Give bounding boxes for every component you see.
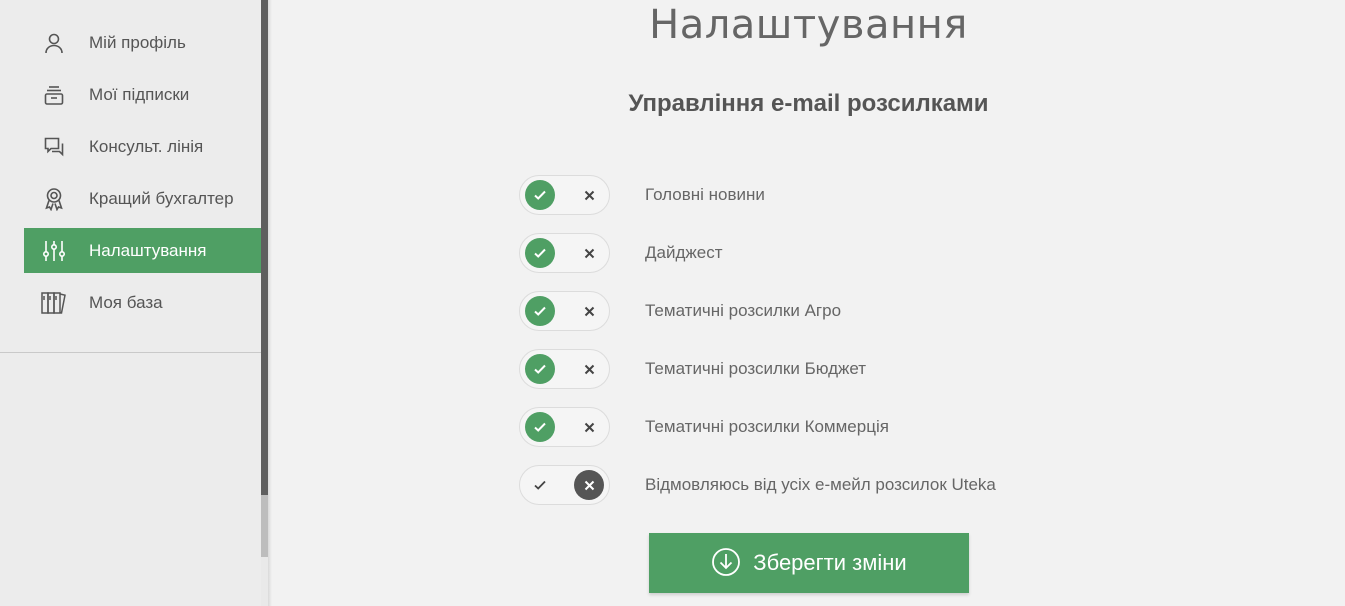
sidebar-item-subscriptions[interactable]: Мої підписки — [24, 72, 261, 117]
sidebar-nav: Мій профіль Мої підписки Консульт. лінія — [24, 20, 261, 332]
save-button-label: Зберегти зміни — [753, 550, 907, 575]
save-button[interactable]: Зберегти зміни — [649, 533, 969, 593]
sidebar-divider — [0, 352, 262, 353]
toggle-digest[interactable] — [519, 233, 610, 273]
option-label: Відмовляюсь від усіх е-мейл розсилок Ute… — [645, 475, 996, 494]
sidebar-scrollbar[interactable] — [261, 0, 268, 606]
mailing-option: Тематичні розсилки Бюджет — [519, 349, 996, 389]
close-icon — [574, 180, 604, 210]
sidebar-item-label: Мої підписки — [89, 84, 190, 104]
toggle-agro[interactable] — [519, 291, 610, 331]
toggle-main-news[interactable] — [519, 175, 610, 215]
check-icon — [525, 470, 555, 500]
close-icon — [574, 238, 604, 268]
check-icon — [525, 412, 555, 442]
sidebar-item-my-base[interactable]: Моя база — [24, 280, 261, 325]
option-label: Тематичні розсилки Бюджет — [645, 359, 867, 378]
check-icon — [525, 180, 555, 210]
sidebar-item-label: Консульт. лінія — [89, 136, 204, 156]
sidebar-item-label: Моя база — [89, 292, 163, 312]
sidebar-item-label: Налаштування — [89, 240, 207, 260]
mailing-option: Відмовляюсь від усіх е-мейл розсилок Ute… — [519, 465, 996, 505]
sliders-icon — [41, 238, 67, 264]
check-icon — [525, 296, 555, 326]
mailing-option: Дайджест — [519, 233, 996, 273]
user-icon — [41, 30, 67, 56]
toggle-commerce[interactable] — [519, 407, 610, 447]
option-label: Головні новини — [645, 185, 765, 204]
download-icon — [711, 547, 741, 580]
sidebar-item-consult-line[interactable]: Консульт. лінія — [24, 124, 261, 169]
sidebar-item-best-accountant[interactable]: Кращий бухгалтер — [24, 176, 261, 221]
close-icon — [574, 470, 604, 500]
books-icon — [41, 290, 67, 316]
scrollbar-track[interactable] — [261, 495, 268, 557]
toggle-unsubscribe-all[interactable] — [519, 465, 610, 505]
chat-icon — [41, 134, 67, 160]
scrollbar-thumb[interactable] — [261, 0, 268, 495]
close-icon — [574, 354, 604, 384]
sidebar-item-label: Мій профіль — [89, 32, 186, 52]
option-label: Тематичні розсилки Агро — [645, 301, 842, 320]
mailing-options: Головні новини Дайджест Тематичні розсил… — [519, 175, 996, 523]
mailing-option: Тематичні розсилки Агро — [519, 291, 996, 331]
check-icon — [525, 354, 555, 384]
award-icon — [41, 186, 67, 212]
section-title: Управління e-mail розсилками — [628, 90, 989, 117]
sidebar-item-label: Кращий бухгалтер — [89, 188, 234, 208]
option-label: Тематичні розсилки Коммерція — [645, 417, 889, 436]
mailing-option: Головні новини — [519, 175, 996, 215]
check-icon — [525, 238, 555, 268]
mailing-option: Тематичні розсилки Коммерція — [519, 407, 996, 447]
toggle-budget[interactable] — [519, 349, 610, 389]
sidebar-item-settings[interactable]: Налаштування — [24, 228, 261, 273]
close-icon — [574, 296, 604, 326]
subscriptions-icon — [41, 82, 67, 108]
close-icon — [574, 412, 604, 442]
sidebar-item-profile[interactable]: Мій профіль — [24, 20, 261, 65]
sidebar: Мій профіль Мої підписки Консульт. лінія — [0, 0, 262, 606]
option-label: Дайджест — [645, 243, 723, 262]
page-title: Налаштування — [649, 2, 968, 48]
